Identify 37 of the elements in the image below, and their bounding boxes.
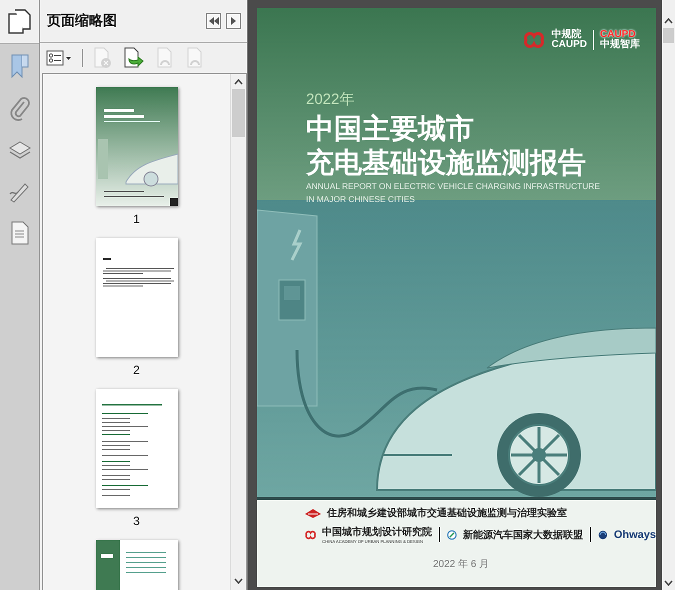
insert-page-icon [123,47,145,69]
panel-title: 页面缩略图 [47,12,118,30]
report-subtitle: IN MAJOR CHINESE CITIES [306,193,416,206]
options-icon [46,49,72,67]
page-thumbnail[interactable] [96,389,178,508]
pages-icon[interactable] [8,8,32,34]
collapse-panel-button[interactable] [206,13,221,29]
delete-page-icon [93,47,113,69]
report-title: 中国主要城市 [306,112,475,146]
partner-name: 中国城市规划设计研究院 [322,525,432,539]
page-number: 3 [133,514,140,528]
lab-name: 住房和城乡建设部城市交通基础设施监测与治理实验室 [327,506,567,520]
report-year: 2022年 [306,90,356,109]
partner-name: 新能源汽车国家大数据联盟 [463,528,583,542]
logo-text: 中规智库 [600,40,640,50]
knot-logo-icon [523,32,546,48]
report-date: 2022 年 6 月 [433,558,490,571]
logo-text: CAUPD [551,40,587,50]
scrollbar-thumb[interactable] [232,89,245,137]
options-menu-button[interactable] [46,49,72,67]
page-number: 2 [133,363,140,377]
toolbar-button[interactable] [123,47,145,69]
scrollbar-thumb[interactable] [663,28,674,43]
partner-name: Ohways [614,528,656,540]
right-arrow-icon [231,17,236,25]
expand-panel-button[interactable] [226,13,241,29]
page-thumbnail[interactable] [96,87,178,206]
page-thumbnail[interactable] [96,238,178,357]
double-left-arrow-icon [208,17,218,25]
report-title: 充电基础设施监测报告 [306,146,587,180]
paperclip-icon[interactable] [8,96,30,122]
logo-text: 中规院 [551,30,582,40]
document-icon[interactable] [10,221,30,245]
knot-logo-icon [305,528,316,540]
roof-logo-icon [305,508,321,518]
report-subtitle: ANNUAL REPORT ON ELECTRIC VEHICLE CHARGING INFRASTRUCTURE [306,180,601,193]
page-number: 1 [133,212,140,226]
